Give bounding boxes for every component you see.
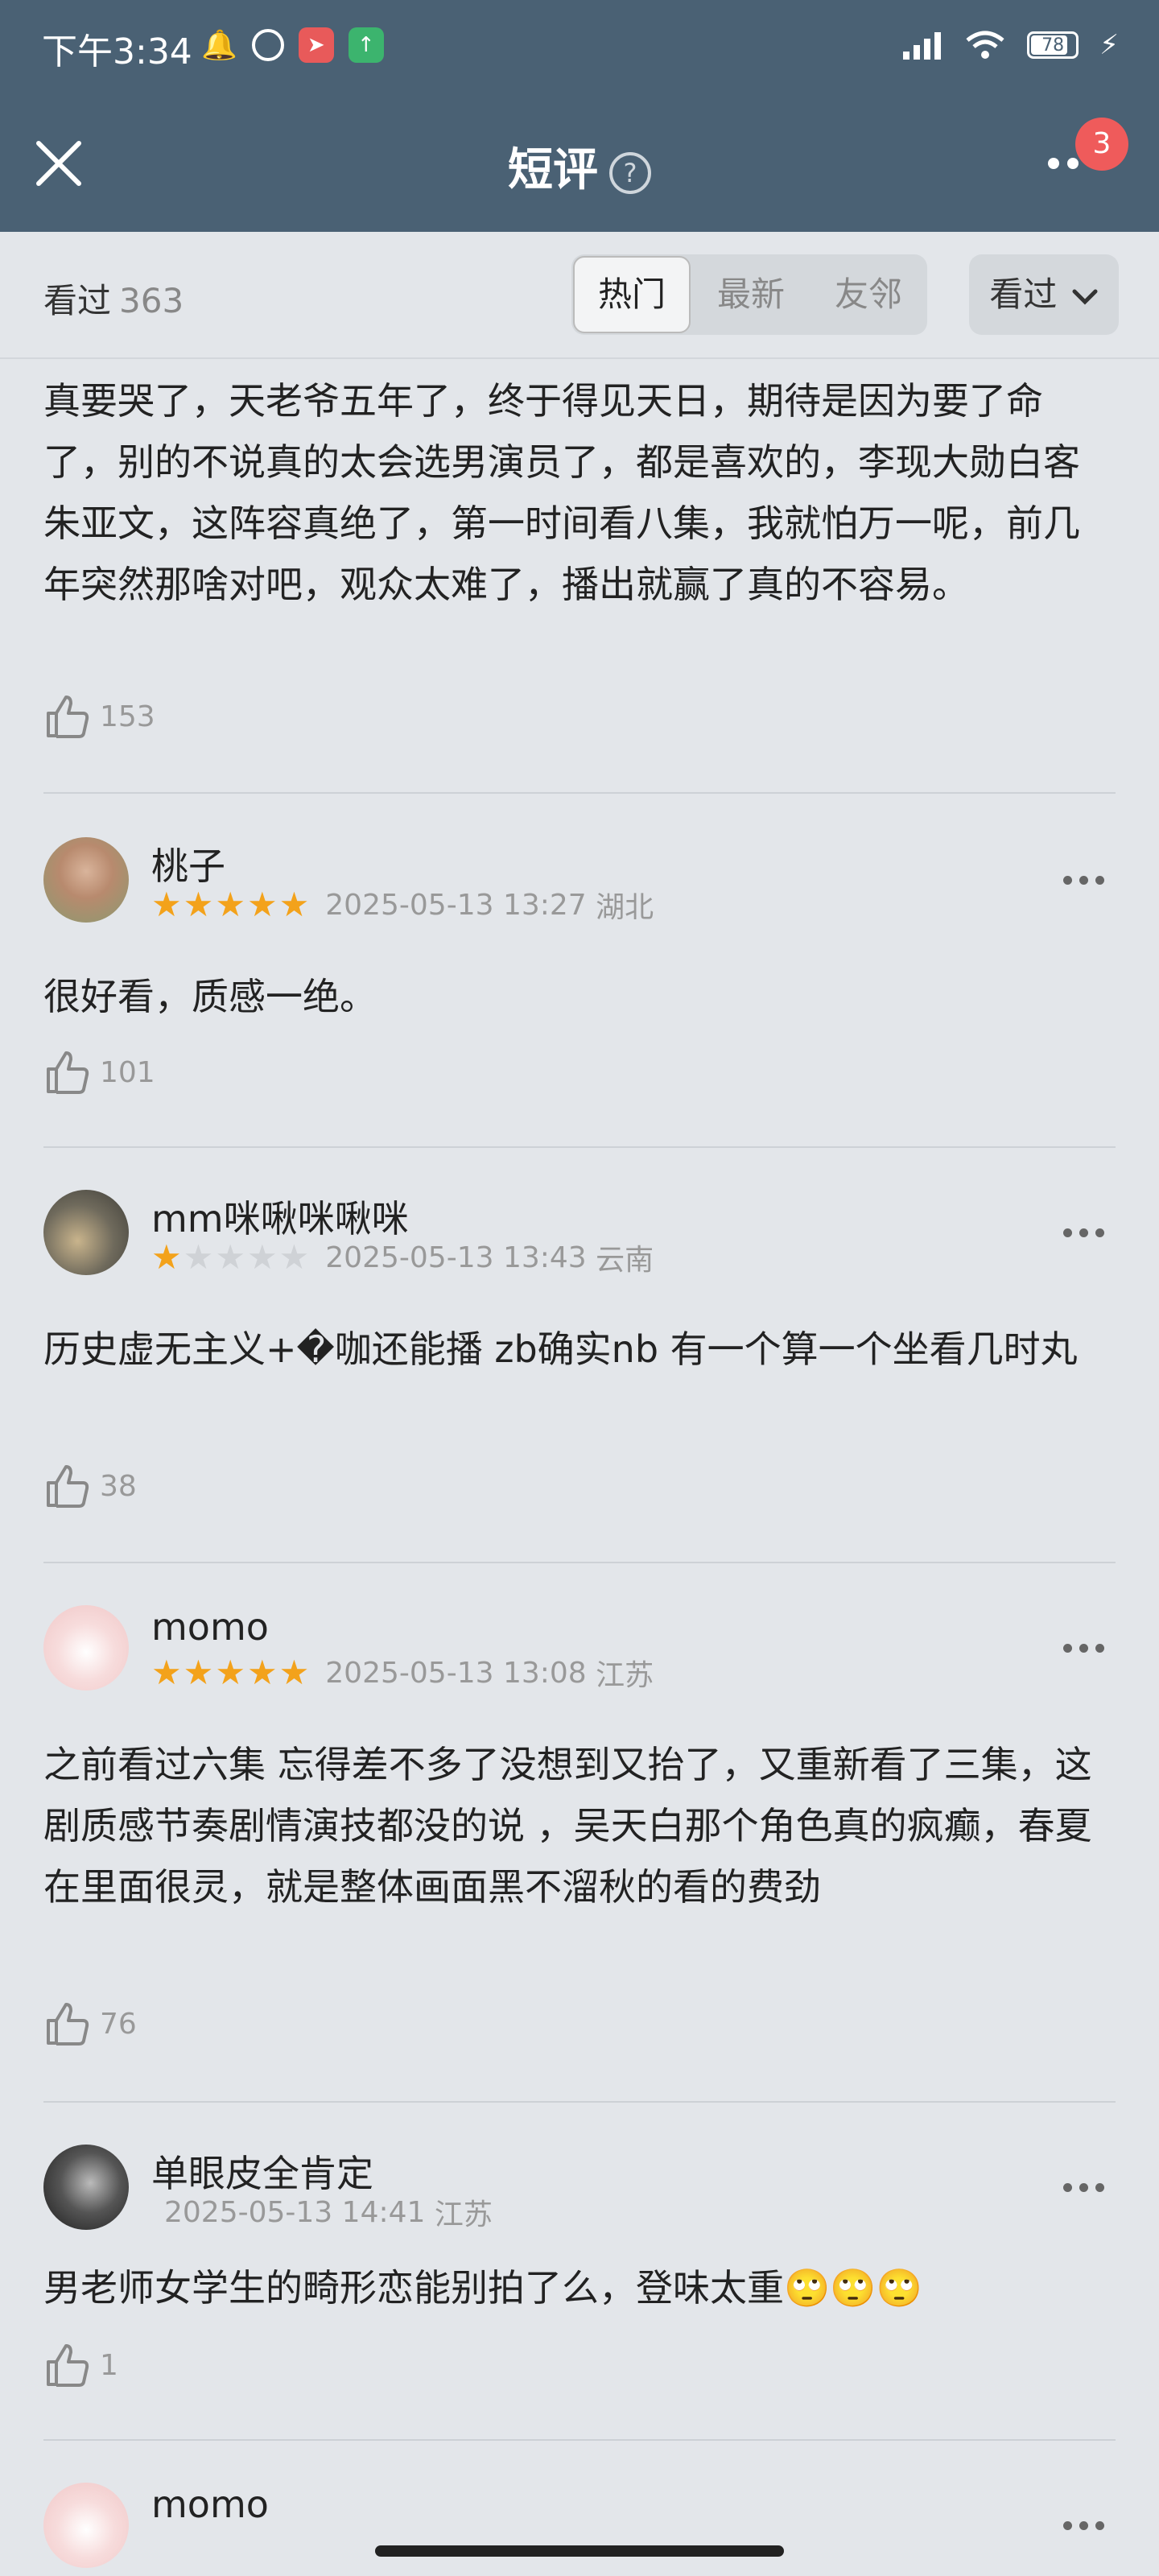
divider	[43, 1146, 1116, 1148]
more-options-icon[interactable]	[1048, 158, 1079, 169]
rating-stars: ★ ★ ★ ★ ★	[151, 885, 310, 924]
battery-level: 78	[1041, 35, 1065, 56]
avatar[interactable]	[43, 1605, 129, 1690]
username[interactable]: 单眼皮全肯定	[151, 2145, 373, 2198]
like-button[interactable]: 76	[43, 2000, 137, 2048]
home-indicator[interactable]	[375, 2545, 784, 2557]
help-icon[interactable]: ?	[609, 151, 651, 194]
review-text: 男老师女学生的畸形恋能别拍了么，登味太重🙄🙄🙄	[43, 2266, 922, 2310]
thumbs-up-icon	[47, 1051, 89, 1094]
signal-icon	[903, 32, 942, 60]
like-button[interactable]: 153	[43, 692, 155, 741]
chevron-down-icon	[1072, 289, 1098, 305]
divider	[43, 1562, 1116, 1563]
username[interactable]: momo	[151, 2483, 269, 2526]
review-item: 单眼皮全肯定 2025-05-13 14:41 江苏 男老师女学生的畸形恋能别拍…	[43, 2145, 1116, 2402]
review-item: mm咪啾咪啾咪 ★ ★ ★ ★ ★ 2025-05-13 13:43 云南 历史虚无主义…	[43, 1190, 1116, 1528]
rating-stars: ★ ★ ★ ★ ★	[151, 1653, 310, 1692]
status-notification-icons: 🔔 ➤ ↑	[201, 27, 384, 63]
review-more-icon[interactable]	[1063, 1228, 1104, 1237]
review-meta: 2025-05-13 14:41 江苏	[164, 2191, 493, 2233]
review-item: 桃子 ★ ★ ★ ★ ★ 2025-05-13 13:27 湖北 很好看，质感一绝。 1…	[43, 837, 1116, 1111]
review-location: 湖北	[596, 891, 654, 924]
watched-label: 看过	[43, 281, 112, 320]
page-title-text: 短评	[508, 144, 598, 196]
rating-stars: ★ ★ ★ ★ ★	[151, 1237, 310, 1277]
review-date: 2025-05-13 14:41	[164, 2195, 426, 2229]
watched-count: 看过 363	[43, 274, 184, 323]
notification-badge[interactable]: 3	[1075, 118, 1128, 171]
review-location: 江苏	[596, 1659, 654, 1692]
thumbs-up-icon	[47, 2003, 89, 2046]
like-count: 76	[100, 2007, 137, 2041]
app-notification-icon: ➤	[298, 27, 334, 63]
username[interactable]: mm咪啾咪啾咪	[151, 1190, 409, 1243]
review-meta: ★ ★ ★ ★ ★ 2025-05-13 13:43 云南	[151, 1236, 654, 1278]
app-notification-icon: ↑	[348, 27, 384, 63]
review-date: 2025-05-13 13:43	[325, 1241, 587, 1274]
review-more-icon[interactable]	[1063, 1644, 1104, 1653]
thumbs-up-icon	[47, 2344, 89, 2387]
review-meta: ★ ★ ★ ★ ★ 2025-05-13 13:27 湖北	[151, 884, 654, 926]
review-text: 很好看，质感一绝。	[43, 975, 377, 1018]
filter-bar: 看过 363 热门 最新 友邻 看过	[0, 232, 1159, 359]
review-date: 2025-05-13 13:08	[325, 1656, 587, 1690]
like-button[interactable]: 38	[43, 1462, 137, 1510]
review-date: 2025-05-13 13:27	[325, 888, 587, 922]
watched-filter-label: 看过	[989, 275, 1058, 314]
review-location: 云南	[596, 1244, 654, 1277]
avatar[interactable]	[43, 1190, 129, 1275]
review-text: 真要哭了，天老爷五年了，终于得见天日，期待是因为要了命了，别的不说真的太会选男演…	[43, 379, 1080, 606]
review-location: 江苏	[434, 2198, 493, 2231]
page-title: 短评?	[0, 134, 1159, 199]
status-time: 下午3:34	[42, 31, 192, 72]
status-system-icons: 78 ⚡	[901, 29, 1119, 61]
tab-hot[interactable]: 热门	[573, 256, 691, 333]
tab-latest[interactable]: 最新	[692, 254, 810, 335]
alarm-icon	[251, 29, 284, 61]
sort-tabs: 热门 最新 友邻	[571, 254, 927, 335]
watched-number: 363	[119, 281, 184, 320]
review-text: 历史虚无主义+�咖还能播 zb确实nb 有一个算一个坐看几时丸	[43, 1327, 1078, 1371]
thumbs-up-icon	[47, 696, 89, 738]
review-item: momo ★ ★ ★ ★ ★ 2025-05-13 13:08 江苏 之前看过六集 忘得…	[43, 1605, 1116, 2056]
review-item: momo	[43, 2483, 1116, 2576]
review-meta: ★ ★ ★ ★ ★ 2025-05-13 13:08 江苏	[151, 1652, 654, 1694]
top-bar: 下午3:34 🔔 ➤ ↑ 78 ⚡ 短评 ? 3	[0, 0, 1159, 232]
like-button[interactable]: 101	[43, 1048, 155, 1096]
review-more-icon[interactable]	[1063, 876, 1104, 885]
review-item: 真要哭了，天老爷五年了，终于得见天日，期待是因为要了命了，别的不说真的太会选男演…	[43, 370, 1116, 773]
tab-friends[interactable]: 友邻	[810, 254, 927, 335]
review-more-icon[interactable]	[1063, 2183, 1104, 2192]
avatar[interactable]	[43, 2145, 129, 2230]
like-button[interactable]: 1	[43, 2341, 118, 2389]
username[interactable]: momo	[151, 1605, 269, 1649]
wifi-icon	[966, 31, 1004, 59]
divider	[43, 2439, 1116, 2441]
avatar[interactable]	[43, 2483, 129, 2568]
like-count: 153	[100, 700, 155, 733]
nav-bar: 短评? 3	[0, 105, 1159, 225]
avatar[interactable]	[43, 837, 129, 923]
username[interactable]: 桃子	[151, 837, 225, 890]
watched-filter-dropdown[interactable]: 看过	[969, 254, 1119, 335]
divider	[43, 792, 1116, 794]
bell-icon: 🔔	[201, 29, 237, 62]
like-count: 1	[100, 2348, 118, 2382]
thumbs-up-icon	[47, 1465, 89, 1508]
battery-icon: 78	[1027, 31, 1079, 59]
status-bar: 下午3:34 🔔 ➤ ↑ 78 ⚡	[0, 0, 1159, 97]
like-count: 101	[100, 1055, 155, 1089]
review-text: 之前看过六集 忘得差不多了没想到又抬了，又重新看了三集，这剧质感节奏剧情演技都没…	[43, 1743, 1092, 1909]
like-count: 38	[100, 1469, 137, 1503]
charging-icon: ⚡	[1099, 29, 1119, 61]
divider	[43, 2101, 1116, 2103]
review-more-icon[interactable]	[1063, 2521, 1104, 2530]
